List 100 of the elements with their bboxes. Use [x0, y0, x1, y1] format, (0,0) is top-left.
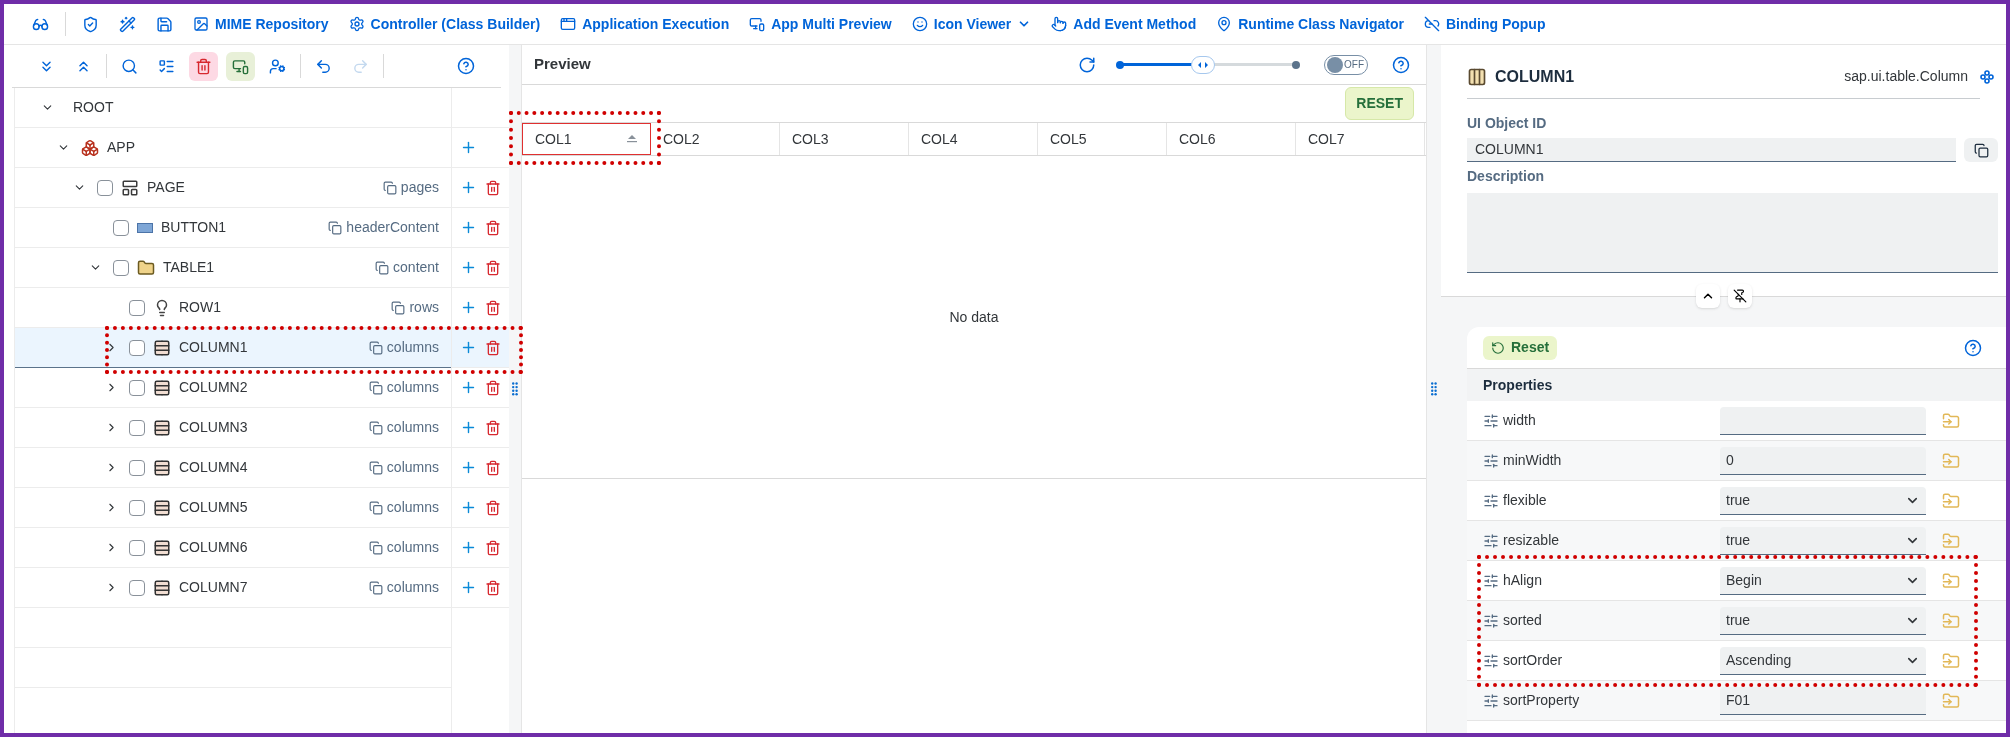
delete-button[interactable]	[189, 51, 218, 81]
tree-row[interactable]: COLUMN1 columns	[15, 328, 451, 368]
help-icon[interactable]	[1964, 338, 1982, 357]
magic-wand-icon[interactable]	[119, 15, 136, 33]
add-icon[interactable]	[460, 379, 477, 396]
help-icon[interactable]	[457, 57, 475, 75]
shield-check-icon[interactable]	[82, 15, 99, 33]
checkbox[interactable]	[129, 459, 145, 476]
column-header[interactable]: COL2	[651, 123, 780, 155]
dropdown-field[interactable]: true	[1720, 606, 1926, 635]
add-icon[interactable]	[460, 299, 477, 316]
copy-stack-icon	[368, 500, 383, 515]
column-header[interactable]: COL5	[1038, 123, 1167, 155]
checkbox[interactable]	[129, 539, 145, 556]
search-icon[interactable]	[121, 57, 138, 75]
add-icon[interactable]	[460, 539, 477, 556]
add-icon[interactable]	[460, 219, 477, 236]
help-icon[interactable]	[1392, 55, 1410, 74]
property-sliders-icon	[1483, 692, 1499, 709]
checklist-icon[interactable]	[158, 57, 175, 75]
tree-row[interactable]: ROOT	[15, 88, 451, 128]
menu-button[interactable]: Icon Viewer	[903, 8, 1040, 40]
delete-icon[interactable]	[485, 219, 501, 236]
copy-stack-icon	[391, 300, 406, 315]
add-icon[interactable]	[460, 259, 477, 276]
toggle-switch[interactable]: OFF	[1324, 54, 1368, 75]
add-icon[interactable]	[460, 459, 477, 476]
tree-row[interactable]: COLUMN6 columns	[15, 528, 451, 568]
dropdown-field[interactable]: true	[1720, 486, 1926, 515]
input-field[interactable]: 0	[1720, 446, 1926, 475]
checkbox[interactable]	[129, 379, 145, 396]
devices-button[interactable]	[226, 51, 255, 81]
column-header[interactable]: COL7	[1296, 123, 1425, 155]
node-label: TABLE1	[163, 258, 215, 277]
tree-row[interactable]: COLUMN2 columns	[15, 368, 451, 408]
delete-icon[interactable]	[485, 259, 501, 276]
toolbar-button[interactable]: App Multi Preview	[741, 8, 900, 40]
column-header[interactable]: COL4	[909, 123, 1038, 155]
aggregation-label: columns	[386, 498, 439, 517]
delete-icon[interactable]	[485, 339, 501, 356]
tree-row[interactable]: COLUMN3 columns	[15, 408, 451, 448]
tree-row[interactable]: COLUMN7 columns	[15, 568, 451, 608]
column-header[interactable]: COL6	[1167, 123, 1296, 155]
save-icon[interactable]	[156, 15, 173, 33]
property-name: sortOrder	[1503, 651, 1564, 670]
collapse-button[interactable]	[1695, 284, 1720, 308]
dropdown-field[interactable]: true	[1720, 526, 1926, 555]
dropdown-field[interactable]: Ascending	[1720, 646, 1926, 675]
checkbox[interactable]	[129, 339, 145, 356]
toolbar-button[interactable]: MIME Repository	[185, 8, 337, 40]
delete-icon[interactable]	[485, 499, 501, 516]
column-header[interactable]: COL1	[522, 123, 651, 155]
reset-button[interactable]: RESET	[1345, 87, 1414, 120]
tree-row[interactable]: BUTTON1 headerContent	[15, 208, 451, 248]
tree-row[interactable]: APP	[15, 128, 451, 168]
column-header[interactable]: COL3	[780, 123, 909, 155]
refresh-icon[interactable]	[1078, 55, 1096, 74]
toolbar-button[interactable]: Runtime Class Navigator	[1208, 8, 1412, 40]
add-icon[interactable]	[460, 179, 477, 196]
dropdown-field[interactable]: Begin	[1720, 566, 1926, 595]
checkbox[interactable]	[129, 299, 145, 316]
delete-icon[interactable]	[485, 179, 501, 196]
add-icon[interactable]	[460, 339, 477, 356]
delete-icon[interactable]	[485, 299, 501, 316]
add-icon[interactable]	[460, 139, 477, 156]
slider-thumb[interactable]	[1190, 55, 1215, 74]
checkbox[interactable]	[113, 219, 129, 236]
delete-icon[interactable]	[485, 459, 501, 476]
delete-icon[interactable]	[485, 579, 501, 596]
checkbox[interactable]	[129, 499, 145, 516]
toolbar-button[interactable]: Add Event Method	[1043, 8, 1205, 40]
folder-icon	[137, 258, 155, 277]
unpin-button[interactable]	[1727, 284, 1752, 308]
delete-icon[interactable]	[485, 539, 501, 556]
splitter-grip-icon[interactable]	[512, 382, 518, 396]
copy-button[interactable]	[1964, 138, 1998, 162]
delete-icon[interactable]	[485, 419, 501, 436]
tree-row[interactable]: COLUMN5 columns	[15, 488, 451, 528]
reset-button[interactable]: Reset	[1483, 335, 1558, 360]
checkbox[interactable]	[113, 259, 129, 276]
toolbar-button[interactable]: Controller (Class Builder)	[340, 8, 549, 40]
add-icon[interactable]	[460, 579, 477, 596]
input-field[interactable]	[1720, 406, 1926, 435]
delete-icon[interactable]	[485, 379, 501, 396]
add-icon[interactable]	[460, 419, 477, 436]
tree-row[interactable]: COLUMN4 columns	[15, 448, 451, 488]
add-icon[interactable]	[460, 499, 477, 516]
splitter-grip-icon[interactable]	[1431, 382, 1437, 396]
toolbar-button[interactable]: Application Execution	[552, 8, 738, 40]
toolbar-button[interactable]: Binding Popup	[1415, 8, 1554, 40]
tree-row[interactable]: TABLE1 content	[15, 248, 451, 288]
undo-icon[interactable]	[315, 57, 332, 75]
user-settings-icon[interactable]	[269, 57, 286, 75]
checkbox[interactable]	[97, 179, 113, 196]
checkbox[interactable]	[129, 579, 145, 596]
checkbox[interactable]	[129, 419, 145, 436]
tree-row[interactable]: PAGE pages	[15, 168, 451, 208]
input-field[interactable]: F01	[1720, 686, 1926, 715]
description-field[interactable]	[1467, 193, 1998, 273]
nodes-icon[interactable]	[1980, 69, 1994, 84]
